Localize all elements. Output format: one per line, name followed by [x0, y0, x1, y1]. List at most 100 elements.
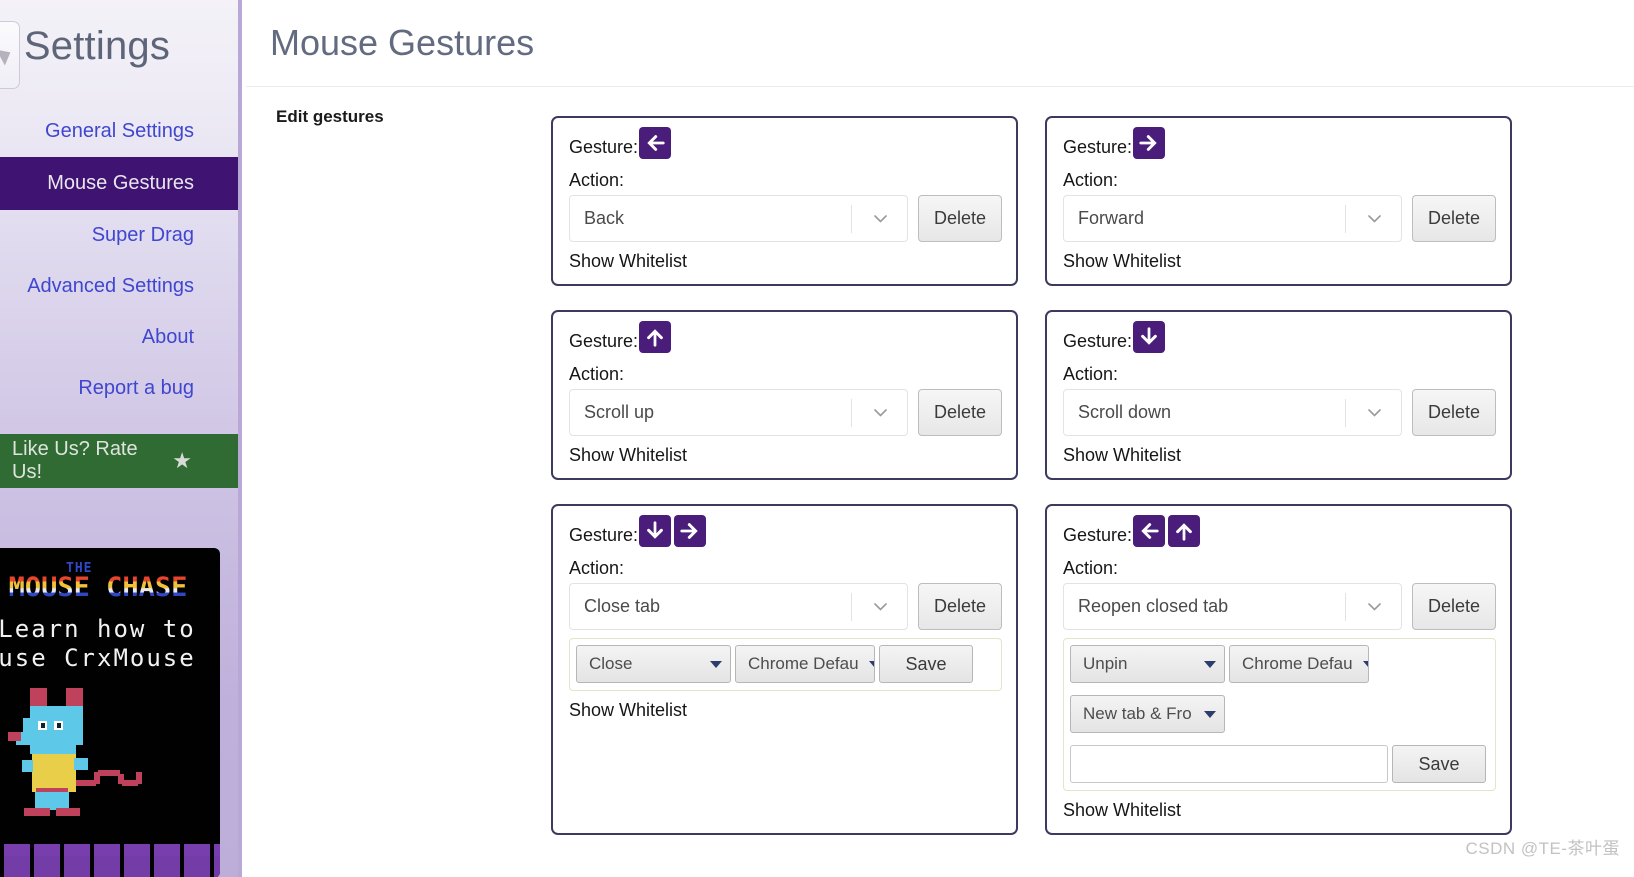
action-select[interactable]: Reopen closed tab: [1063, 583, 1402, 630]
show-whitelist-link[interactable]: Show Whitelist: [569, 251, 1002, 272]
gesture-label: Gesture:: [1063, 525, 1133, 545]
gesture-line: Gesture:: [569, 321, 1002, 357]
sidebar-collapse-button[interactable]: [0, 21, 20, 89]
ad-ground: [0, 844, 220, 877]
save-button[interactable]: Save: [1392, 745, 1486, 783]
gesture-label: Gesture:: [569, 331, 639, 351]
sidebar-item-about[interactable]: About: [0, 312, 238, 363]
action-select[interactable]: Scroll down: [1063, 389, 1402, 436]
gesture-label: Gesture:: [1063, 137, 1133, 157]
watermark: CSDN @TE-茶叶蛋: [1465, 839, 1620, 858]
show-whitelist-link[interactable]: Show Whitelist: [1063, 800, 1496, 821]
caret-down-icon: [710, 660, 722, 668]
caret-down-icon: [1362, 660, 1368, 668]
show-whitelist-link[interactable]: Show Whitelist: [569, 700, 1002, 721]
select-divider: [851, 205, 852, 233]
page-title: Mouse Gestures: [270, 22, 535, 63]
gesture-line: Gesture:: [1063, 515, 1496, 551]
show-whitelist-link[interactable]: Show Whitelist: [1063, 445, 1496, 466]
arrow-down-icon: [639, 515, 672, 547]
gesture-card-reopen-closed-tab: Gesture: Action: Reopen closed tab Delet…: [1045, 504, 1512, 835]
option-select-1[interactable]: Close: [576, 645, 731, 683]
action-row: Forward Delete: [1063, 195, 1496, 242]
action-label: Action:: [1063, 364, 1119, 384]
action-select-value: Reopen closed tab: [1078, 596, 1229, 616]
pixel-mouse-icon: [8, 688, 150, 818]
page-header: Mouse Gestures: [246, 0, 1634, 87]
gesture-label: Gesture:: [569, 137, 639, 157]
select-divider: [1345, 399, 1346, 427]
delete-button[interactable]: Delete: [918, 195, 1002, 242]
action-select-value: Back: [584, 208, 625, 228]
action-select[interactable]: Close tab: [569, 583, 908, 630]
option-select-1[interactable]: Unpin: [1070, 645, 1225, 683]
action-row: Scroll up Delete: [569, 389, 1002, 436]
show-whitelist-link[interactable]: Show Whitelist: [569, 445, 1002, 466]
gesture-arrow-sequence: [1133, 321, 1166, 353]
sidebar-item-mouse-gestures[interactable]: Mouse Gestures: [0, 157, 238, 210]
main-content: Mouse Gestures Edit gestures Gesture: Ac…: [246, 0, 1634, 877]
option-select-2-value: Chrome Defau: [748, 654, 859, 673]
gesture-card-close-tab: Gesture: Action: Close tab Delete Close …: [551, 504, 1018, 835]
option-select-3[interactable]: New tab & Fro: [1070, 695, 1225, 733]
action-row: Reopen closed tab Delete: [1063, 583, 1496, 630]
delete-button[interactable]: Delete: [918, 389, 1002, 436]
whitelist-text-input[interactable]: [1070, 745, 1388, 783]
select-divider: [1345, 205, 1346, 233]
option-select-2[interactable]: Chrome Defau: [735, 645, 875, 683]
arrow-up-icon: [1168, 515, 1201, 547]
gesture-card-back: Gesture: Action: Back Delete Show Whitel…: [551, 116, 1018, 286]
action-select[interactable]: Forward: [1063, 195, 1402, 242]
star-icon: ★: [172, 448, 192, 473]
gesture-arrow-sequence: [639, 321, 672, 353]
sidebar-item-advanced-settings[interactable]: Advanced Settings: [0, 261, 238, 312]
option-select-2-value: Chrome Defau: [1242, 654, 1353, 673]
action-label: Action:: [1063, 170, 1119, 190]
select-divider: [1345, 593, 1346, 621]
delete-button[interactable]: Delete: [1412, 583, 1496, 630]
option-select-1-value: Unpin: [1083, 654, 1128, 673]
action-options-panel: Unpin Chrome Defau New tab & Fro Save: [1063, 638, 1496, 791]
sidebar-item-general-settings[interactable]: General Settings: [0, 106, 238, 157]
ad-title: MOUSE CHASE: [0, 572, 220, 603]
gesture-arrow-sequence: [639, 515, 707, 547]
gesture-card-forward: Gesture: Action: Forward Delete Show Whi…: [1045, 116, 1512, 286]
save-button[interactable]: Save: [879, 645, 973, 683]
action-label: Action:: [1063, 558, 1119, 578]
promo-ad-banner[interactable]: THE MOUSE CHASE Learn how to use CrxMous…: [0, 548, 220, 877]
rate-us-label: Like Us? Rate Us!: [12, 438, 138, 483]
gesture-label: Gesture:: [569, 525, 639, 545]
delete-button[interactable]: Delete: [1412, 195, 1496, 242]
action-row: Close tab Delete: [569, 583, 1002, 630]
action-label: Action:: [569, 364, 625, 384]
action-select-value: Scroll down: [1078, 402, 1172, 422]
arrow-down-icon: [1133, 321, 1166, 353]
action-select-value: Close tab: [584, 596, 661, 616]
gesture-cards-grid: Gesture: Action: Back Delete Show Whitel…: [551, 116, 1631, 859]
action-label: Action:: [569, 558, 625, 578]
sidebar-item-super-drag[interactable]: Super Drag: [0, 210, 238, 261]
rate-us-banner[interactable]: Like Us? Rate Us! ★: [0, 434, 238, 488]
action-select[interactable]: Back: [569, 195, 908, 242]
arrow-up-icon: [639, 321, 672, 353]
chevron-down-icon: [874, 602, 887, 611]
ad-line-1: Learn how to: [0, 615, 196, 643]
action-select[interactable]: Scroll up: [569, 389, 908, 436]
sidebar-item-report-a-bug[interactable]: Report a bug: [0, 363, 238, 414]
chevron-down-icon: [1368, 408, 1381, 417]
gesture-row: Gesture: Action: Back Delete Show Whitel…: [551, 116, 1631, 286]
chevron-down-icon: [874, 408, 887, 417]
option-select-2[interactable]: Chrome Defau: [1229, 645, 1369, 683]
caret-down-icon: [1204, 660, 1216, 668]
option-select-1-value: Close: [589, 654, 633, 673]
chevron-down-icon: [874, 214, 887, 223]
show-whitelist-link[interactable]: Show Whitelist: [1063, 251, 1496, 272]
chevron-down-icon: [1368, 214, 1381, 223]
chevron-down-icon: [1368, 602, 1381, 611]
delete-button[interactable]: Delete: [1412, 389, 1496, 436]
action-select-value: Scroll up: [584, 402, 655, 422]
delete-button[interactable]: Delete: [918, 583, 1002, 630]
gesture-arrow-sequence: [1133, 515, 1201, 547]
select-divider: [851, 593, 852, 621]
settings-title: Settings: [23, 24, 171, 68]
